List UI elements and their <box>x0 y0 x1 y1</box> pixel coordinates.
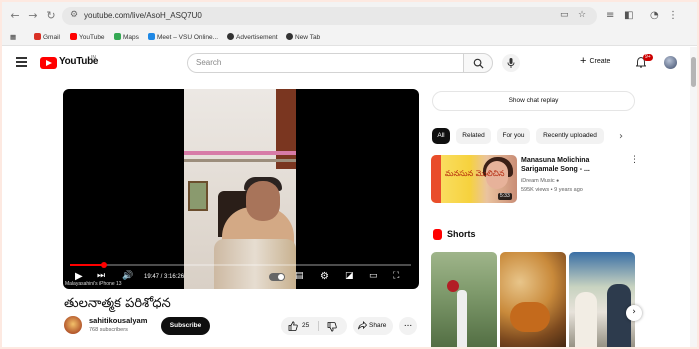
reload-icon[interactable]: ↻ <box>44 9 58 23</box>
video-frame <box>184 89 296 289</box>
video-player[interactable]: ▶ ⏭ 🔊 19:47 / 3:16:26 ▤ ⚙ ◪ ▭ ⛶ Malayasa… <box>63 89 419 289</box>
next-video-icon[interactable]: ⏭ <box>97 271 105 281</box>
search-button[interactable] <box>463 53 493 73</box>
progress-bar[interactable] <box>70 262 411 268</box>
voice-search-button[interactable] <box>502 54 520 72</box>
forward-icon[interactable]: → <box>26 9 40 23</box>
thumbnail-text: మనసున మొలిచిన <box>445 169 505 178</box>
thumbs-up-icon[interactable] <box>288 321 298 331</box>
recommended-more-icon[interactable]: ⋮ <box>630 155 639 165</box>
microphone-icon <box>507 58 515 68</box>
video-title: తులనాత్మక పరిశోధన <box>64 296 171 311</box>
chip-recently-uploaded[interactable]: Recently uploaded <box>536 128 604 144</box>
back-icon[interactable]: ← <box>8 9 22 23</box>
miniplayer-icon[interactable]: ◪ <box>345 271 354 281</box>
profile-icon[interactable]: ◔ <box>650 10 659 21</box>
share-button[interactable]: Share <box>353 317 393 335</box>
create-button[interactable]: + Create <box>580 55 610 71</box>
bookmark-meet[interactable]: Meet – VSU Online... <box>148 33 218 41</box>
browser-toolbar: ← → ↻ ⚙ youtube.com/live/AsoH_ASQ7U0 ▭ ☆… <box>2 2 697 30</box>
bookmark-gmail[interactable]: Gmail <box>34 33 60 41</box>
shorts-next-arrow-icon[interactable]: › <box>626 305 642 321</box>
chip-for-you[interactable]: For you <box>497 128 530 144</box>
recommended-video-meta: 595K views • 9 years ago <box>521 187 583 193</box>
recommended-channel-name[interactable]: iDream Music ● <box>521 178 559 184</box>
autoplay-toggle[interactable] <box>269 273 285 281</box>
hamburger-menu-icon[interactable] <box>16 57 27 67</box>
like-count: 25 <box>302 322 310 329</box>
short-thumbnail-food[interactable] <box>500 252 566 347</box>
progress-scrubber[interactable] <box>101 262 108 268</box>
more-actions-button[interactable]: ... <box>399 317 417 335</box>
bookmarks-bar: ▦ Gmail YouTube Maps Meet – VSU Online..… <box>2 30 697 46</box>
page-scrollbar[interactable] <box>690 47 697 347</box>
shorts-logo-icon <box>433 229 442 240</box>
youtube-header: YouTube IN Search + Create 9+ <box>2 47 697 79</box>
show-chat-replay-button[interactable]: Show chat replay <box>432 91 635 111</box>
notification-count-badge: 9+ <box>643 54 653 61</box>
search-placeholder: Search <box>196 58 222 67</box>
youtube-logo-icon[interactable] <box>40 57 57 69</box>
recommended-video-thumbnail[interactable]: మనసున మొలిచిన 5:33 <box>431 155 517 203</box>
chips-next-chevron-icon[interactable]: › <box>619 131 623 142</box>
plus-icon: + <box>580 55 587 67</box>
bookmark-advertisement[interactable]: Advertisement <box>227 33 278 41</box>
short-thumbnail-people[interactable] <box>569 252 635 347</box>
bookmark-star-icon[interactable]: ☆ <box>578 10 586 20</box>
extensions-icon[interactable]: ◧ <box>624 10 633 21</box>
subscribe-button[interactable]: Subscribe <box>161 317 210 335</box>
bookmark-new-tab[interactable]: New Tab <box>286 33 320 41</box>
search-icon <box>473 58 484 69</box>
thumbs-down-icon[interactable] <box>327 322 337 332</box>
scrollbar-thumb[interactable] <box>691 57 696 87</box>
settings-gear-icon[interactable]: ⚙ <box>320 271 329 282</box>
share-icon <box>358 321 367 330</box>
theater-mode-icon[interactable]: ▭ <box>369 271 378 281</box>
recommended-video-title[interactable]: Manasuna Molichina Sarigamale Song - ... <box>521 156 621 174</box>
subtitles-icon[interactable]: ▤ <box>295 271 304 281</box>
channel-name[interactable]: sahitikousalyam <box>89 316 147 325</box>
short-thumbnail-cricket[interactable] <box>431 252 497 347</box>
like-dislike-group: 25 <box>281 317 347 335</box>
media-icon[interactable]: ≡ <box>606 10 614 21</box>
subscriber-count: 768 subscribers <box>89 327 128 333</box>
video-duration-badge: 5:33 <box>498 193 512 200</box>
cast-icon[interactable]: ▭ <box>560 10 569 20</box>
apps-icon[interactable]: ▦ <box>10 33 16 41</box>
chip-all[interactable]: All <box>432 128 450 144</box>
fullscreen-icon[interactable]: ⛶ <box>393 271 399 281</box>
site-info-icon[interactable]: ⚙ <box>70 10 78 20</box>
bookmark-maps[interactable]: Maps <box>114 33 139 41</box>
address-bar[interactable]: ⚙ youtube.com/live/AsoH_ASQ7U0 ▭ ☆ <box>62 7 597 25</box>
browser-window: ← → ↻ ⚙ youtube.com/live/AsoH_ASQ7U0 ▭ ☆… <box>2 2 697 347</box>
channel-avatar[interactable] <box>64 316 82 334</box>
shorts-label: Shorts <box>447 229 476 239</box>
share-label: Share <box>369 322 387 329</box>
bookmark-youtube[interactable]: YouTube <box>70 33 105 41</box>
address-url: youtube.com/live/AsoH_ASQ7U0 <box>84 11 202 20</box>
chip-related[interactable]: Related <box>456 128 491 144</box>
verified-icon: ● <box>556 178 560 184</box>
progress-fill <box>70 264 105 266</box>
country-code: IN <box>91 55 96 61</box>
account-avatar[interactable] <box>664 56 677 69</box>
video-caption-text: Malayasahini's iPhone 13 <box>65 281 122 287</box>
time-display: 19:47 / 3:16:26 <box>144 274 185 280</box>
browser-menu-icon[interactable]: ⋮ <box>668 10 678 21</box>
search-input[interactable]: Search <box>187 53 464 73</box>
volume-icon[interactable]: 🔊 <box>122 271 133 281</box>
